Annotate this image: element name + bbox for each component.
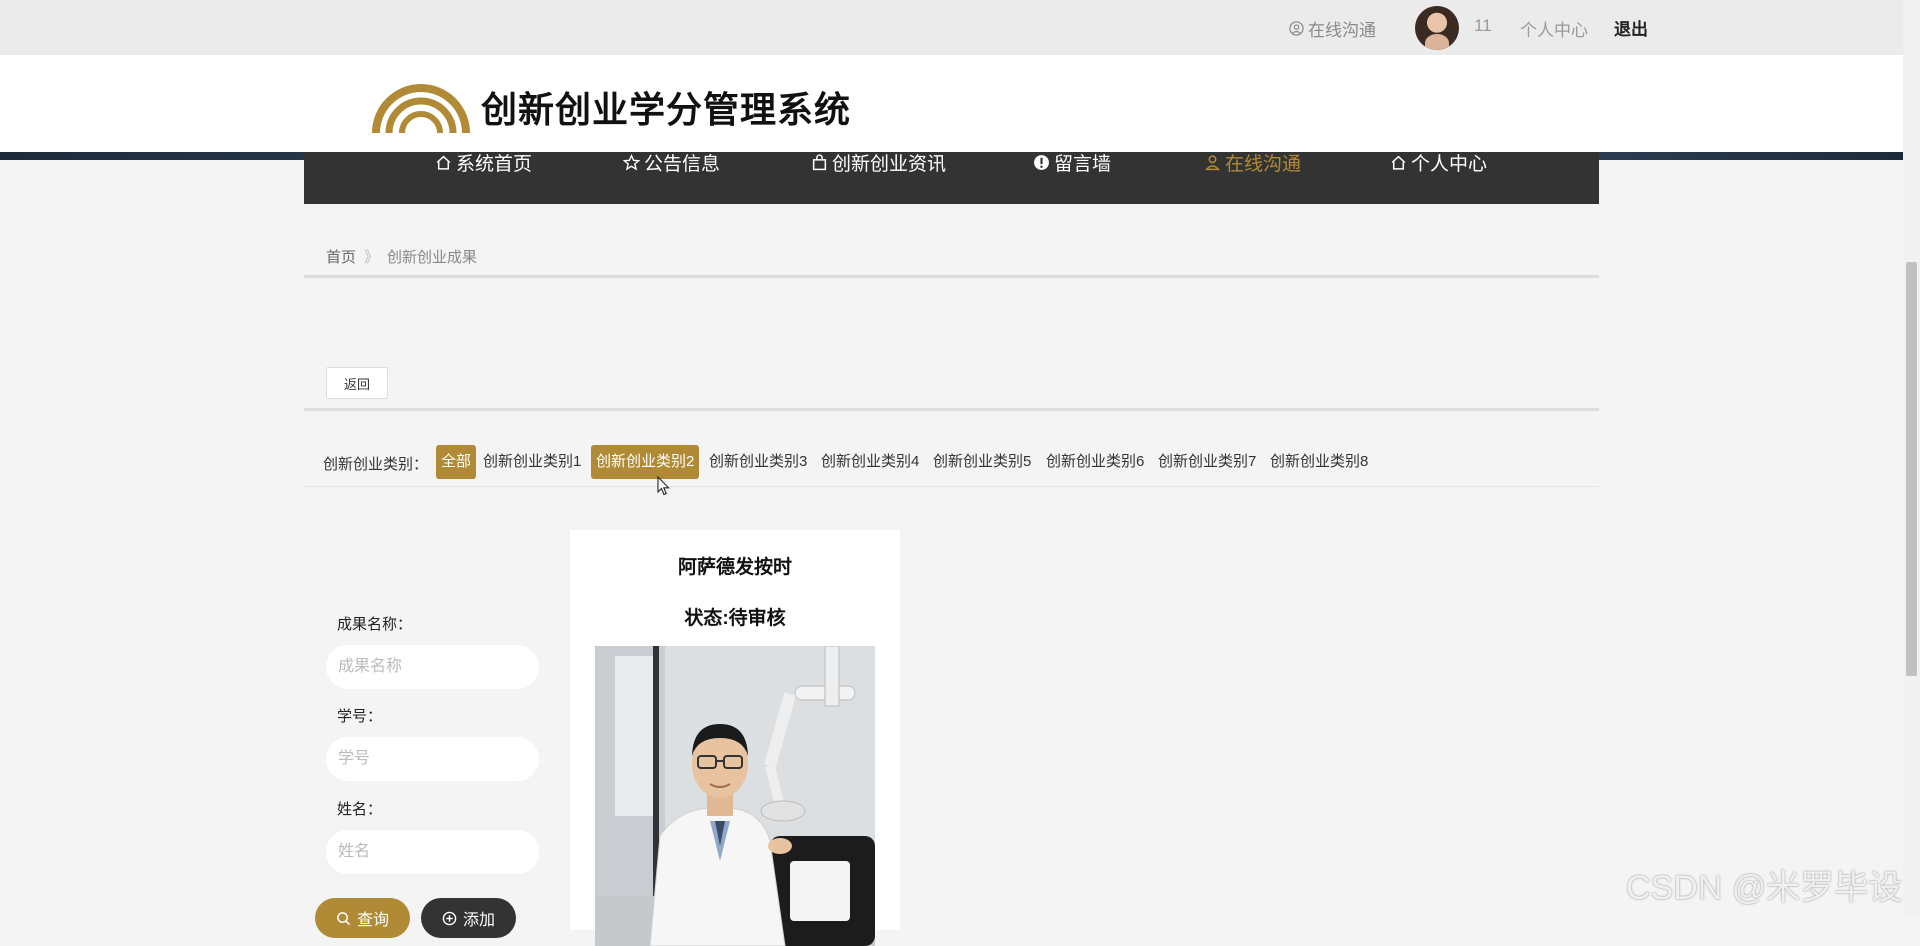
nav-item-news[interactable]: 创新创业资讯: [811, 149, 946, 176]
online-chat-link[interactable]: 在线沟通: [1289, 16, 1376, 41]
achievement-status: 状态:待审核: [684, 608, 786, 629]
back-button[interactable]: 返回: [326, 367, 388, 399]
online-chat-label: 在线沟通: [1308, 21, 1376, 40]
category-4[interactable]: 创新创业类别4: [816, 445, 924, 479]
bag-icon: [812, 154, 827, 171]
student-id-input[interactable]: [326, 737, 539, 781]
researcher-photo: [595, 646, 875, 946]
avatar[interactable]: [1415, 6, 1459, 50]
add-button[interactable]: 添加: [421, 898, 516, 938]
add-icon: [442, 911, 457, 925]
nav-item-label: 创新创业资讯: [832, 154, 947, 175]
category-6[interactable]: 创新创业类别6: [1041, 445, 1149, 479]
scrollbar-thumb[interactable]: [1906, 262, 1917, 676]
logout-link[interactable]: 退出: [1614, 15, 1648, 40]
category-1[interactable]: 创新创业类别1: [478, 445, 586, 479]
breadcrumb-separator: 》: [364, 249, 380, 266]
search-button-label: 查询: [356, 912, 389, 929]
nav-item-message-wall[interactable]: 留言墙: [1033, 149, 1111, 176]
breadcrumb-home[interactable]: 首页: [326, 249, 356, 266]
achievement-name-input[interactable]: [326, 645, 539, 689]
nav-item-online-chat[interactable]: 在线沟通: [1204, 149, 1301, 176]
nav-item-label: 留言墙: [1054, 154, 1112, 175]
divider: [304, 275, 1599, 278]
breadcrumb-current: 创新创业成果: [387, 249, 478, 266]
user-id: 11: [1474, 16, 1492, 35]
category-filter: 创新创业类别： 全部 创新创业类别1 创新创业类别2 创新创业类别3 创新创业类…: [304, 444, 1599, 487]
scrollbar[interactable]: [1903, 0, 1920, 916]
add-button-label: 添加: [462, 912, 495, 929]
nav-item-home[interactable]: 系统首页: [435, 149, 532, 176]
user-icon: [1289, 21, 1304, 36]
category-2[interactable]: 创新创业类别2: [591, 445, 700, 479]
category-all[interactable]: 全部: [436, 445, 477, 479]
category-5[interactable]: 创新创业类别5: [928, 445, 1036, 479]
home-icon: [436, 155, 451, 170]
logo-icon: [372, 84, 470, 134]
search-icon: [337, 911, 351, 925]
site-title: 创新创业学分管理系统: [481, 89, 852, 130]
home-icon: [1391, 155, 1406, 170]
nav-item-notices[interactable]: 公告信息: [623, 149, 720, 176]
nav-item-label: 在线沟通: [1225, 154, 1302, 175]
nav-item-label: 个人中心: [1411, 154, 1488, 175]
mouse-cursor-icon: [657, 476, 670, 496]
category-7[interactable]: 创新创业类别7: [1153, 445, 1261, 479]
alert-icon: [1034, 155, 1049, 170]
divider: [304, 408, 1599, 411]
site-header: 创新创业学分管理系统: [0, 55, 1903, 152]
star-icon: [623, 154, 640, 171]
student-id-label: 学号：: [337, 708, 383, 725]
achievement-name: 阿萨德发按时: [677, 557, 792, 578]
nav-item-label: 公告信息: [644, 154, 721, 175]
student-name-input[interactable]: [326, 830, 539, 874]
main-nav: 系统首页 公告信息 创新创业资讯 留言墙 在线沟通 个人中心: [304, 152, 1599, 204]
achievement-card[interactable]: 阿萨德发按时 状态:待审核: [570, 530, 900, 946]
achievement-name-label: 成果名称：: [337, 616, 413, 633]
student-name-label: 姓名：: [337, 801, 383, 818]
nav-item-label: 系统首页: [456, 154, 533, 175]
user-icon: [1205, 155, 1220, 171]
breadcrumb: 首页》创新创业成果: [326, 246, 477, 267]
category-8[interactable]: 创新创业类别8: [1265, 445, 1373, 479]
personal-center-link[interactable]: 个人中心: [1520, 16, 1588, 41]
nav-item-personal-center[interactable]: 个人中心: [1390, 149, 1487, 176]
search-button[interactable]: 查询: [315, 898, 410, 938]
watermark: CSDN @米罗毕设: [1626, 869, 1903, 907]
category-label: 创新创业类别：: [323, 456, 429, 473]
category-3[interactable]: 创新创业类别3: [704, 445, 812, 479]
achievement-photo[interactable]: [595, 646, 875, 946]
top-bar: 在线沟通 11 个人中心 退出: [0, 0, 1903, 55]
